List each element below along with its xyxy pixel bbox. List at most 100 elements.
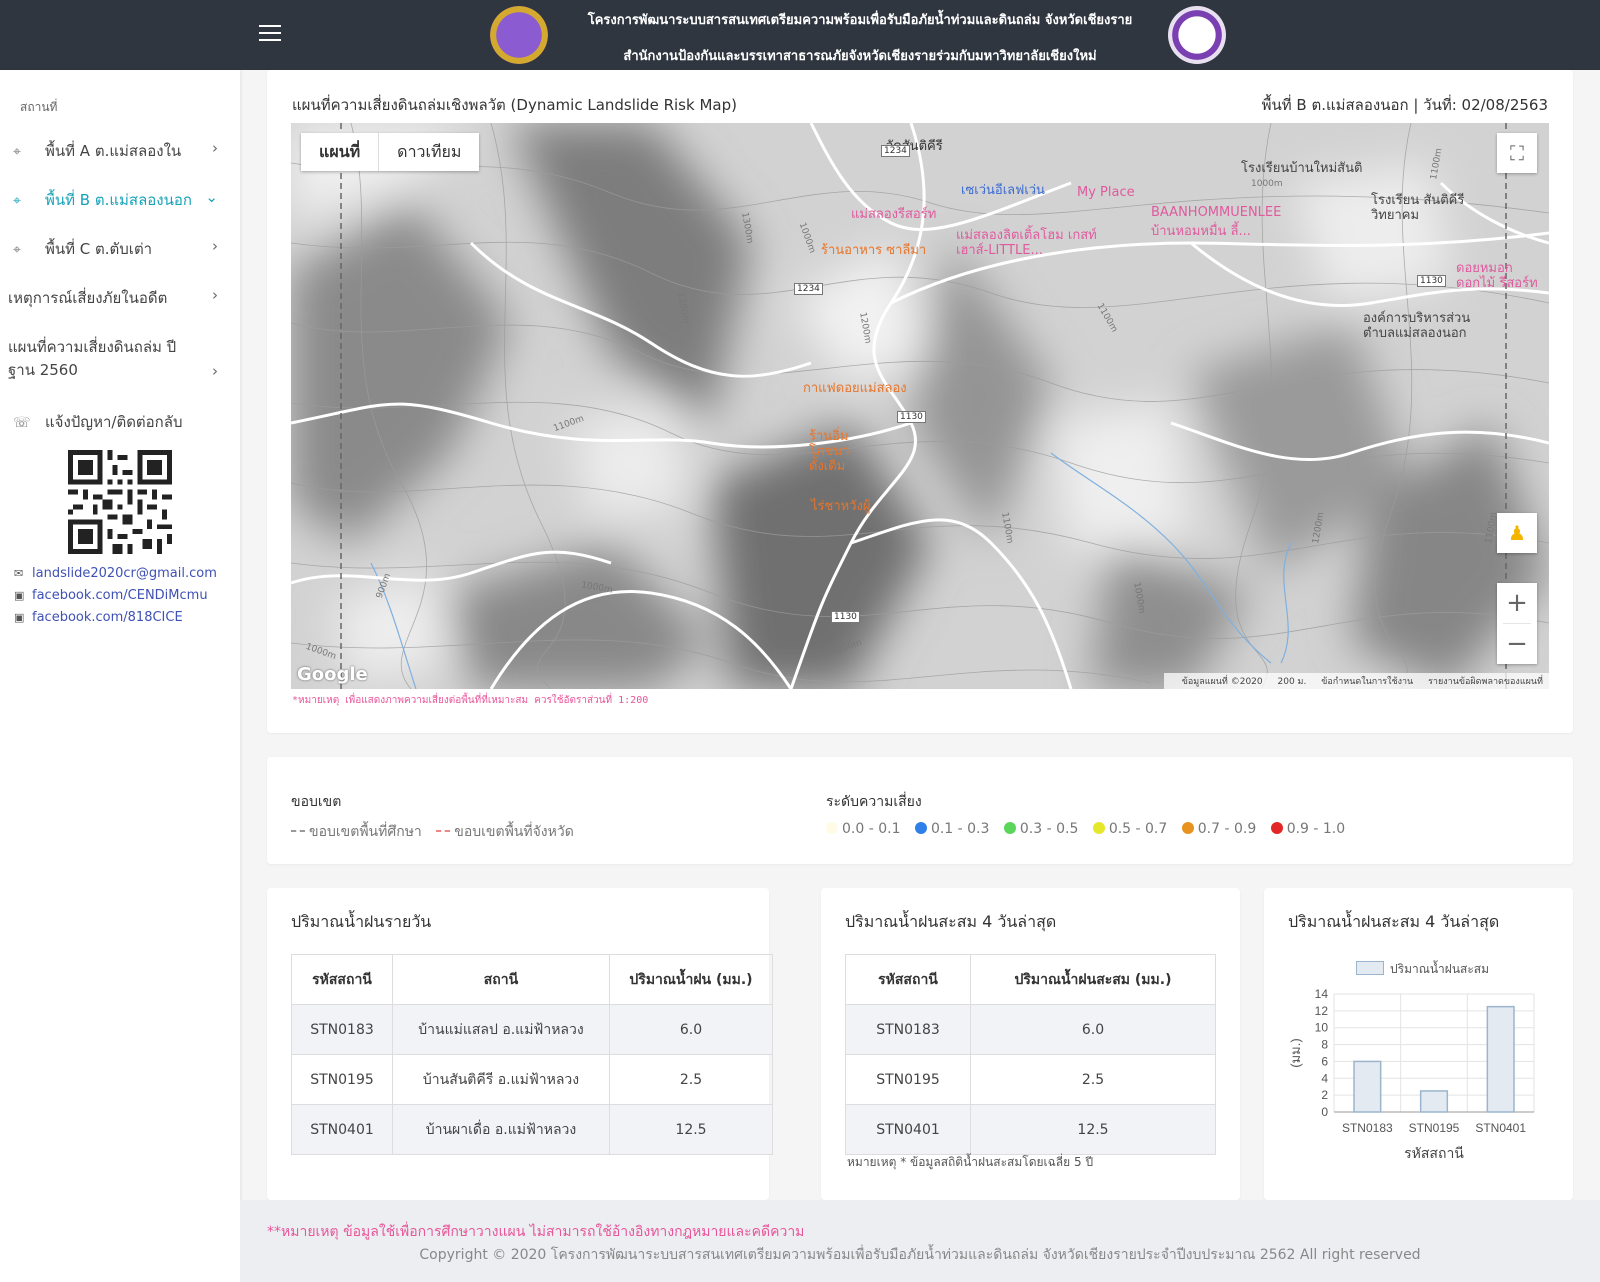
table-cell: บ้านแม่แสลป อ.แม่ฟ้าหลวง [392, 1004, 610, 1055]
y-tick-label: 14 [1315, 987, 1329, 1001]
place-label[interactable]: ร้านอิ่ม โภชนา ดั้งเดิม [809, 429, 879, 474]
cumulative-rain-note: หมายเหตุ * ข้อมูลสถิติน้ำฝนสะสมโดยเฉลี่ย… [847, 1155, 1094, 1169]
cumulative-rain-title: ปริมาณน้ำฝนสะสม 4 วันล่าสุด [845, 912, 1057, 931]
risk-legend: 0.0 - 0.1 0.1 - 0.3 0.3 - 0.5 0.5 - 0.7 … [826, 821, 1345, 837]
table-cell: 2.5 [970, 1054, 1216, 1105]
table-cell: STN0401 [845, 1104, 971, 1155]
sidebar-item-area-a[interactable]: ⌖ พื้นที่ A ต.แม่สลองใน › [8, 139, 228, 163]
chevron-right-icon: › [212, 237, 218, 255]
sidebar-item-label: พื้นที่ B ต.แม่สลองนอก [45, 191, 192, 209]
table-cell: 6.0 [609, 1004, 773, 1055]
header-title-line1: โครงการพัฒนาระบบสารสนเทศเตรียมความพร้อมเ… [587, 13, 1133, 28]
column-header: ปริมาณน้ำฝน (มม.) [609, 954, 773, 1005]
place-label[interactable]: โรงเรียนบ้านใหม่สันติ [1241, 157, 1362, 178]
sidebar-item-area-b[interactable]: ⌖ พื้นที่ B ต.แม่สลองนอก ⌄ [8, 188, 228, 212]
place-label[interactable]: เซเว่นอีเลฟเว่น [961, 179, 1045, 200]
sidebar-item-label: เหตุการณ์เสี่ยงภัยในอดีต [8, 289, 168, 307]
place-label[interactable]: โรงเรียน สันติคีรีวิทยาคม [1371, 193, 1481, 223]
facebook-icon: ▣ [14, 611, 25, 624]
sidebar-item-area-c[interactable]: ⌖ พื้นที่ C ต.ตับเต่า › [8, 237, 228, 261]
mail-icon: ✉ [14, 567, 24, 580]
place-label[interactable]: My Place [1077, 185, 1135, 200]
boundary-legend: ขอบเขตพื้นที่ศึกษา ขอบเขตพื้นที่จังหวัด [291, 821, 574, 843]
province-seal-logo [490, 6, 548, 64]
place-label[interactable]: กาแฟดอยแม่สลอง [803, 377, 907, 398]
cumulative-rain-table: รหัสสถานี ปริมาณน้ำฝนสะสม (มม.) STN0183 … [845, 954, 1216, 1155]
place-label[interactable]: องค์การบริหารส่วนตำบลแม่สลองนอก [1363, 311, 1483, 341]
place-label[interactable]: แม่สลองลิตเติ้ลโฮม เกสท์เฮาส์-LITTLE... [956, 228, 1116, 258]
bar [1419, 1090, 1449, 1113]
legend-label: ปริมาณน้ำฝนสะสม [1390, 962, 1490, 976]
table-row: STN0195 2.5 [845, 1054, 1216, 1105]
risk-map[interactable]: แผนที่ ดาวเทียม ⛶ ♟ + − วัดสันติคีรี เซเ… [291, 123, 1549, 689]
zoom-out-button[interactable]: − [1497, 624, 1537, 664]
y-tick-label: 12 [1315, 1004, 1329, 1018]
risk-dot [1003, 822, 1016, 834]
table-cell: 12.5 [609, 1104, 773, 1155]
y-axis-label: (มม.) [1288, 1038, 1303, 1067]
map-pin-icon: ⌖ [13, 193, 21, 209]
map-note: *หมายเหตุ เพื่อแสดงภาพความเสี่ยงต่อพื้นท… [292, 695, 649, 706]
report-error-link[interactable]: รายงานข้อผิดพลาดของแผนที่ [1428, 677, 1543, 687]
map-pin-icon: ⌖ [13, 144, 21, 160]
province-dash [436, 830, 451, 832]
map-type-toggle: แผนที่ ดาวเทียม [301, 133, 480, 171]
table-row: STN0183 บ้านแม่แสลป อ.แม่ฟ้าหลวง 6.0 [291, 1004, 773, 1055]
contact-email[interactable]: ✉ landslide2020cr@gmail.com [14, 566, 217, 581]
table-row: STN0183 6.0 [845, 1004, 1216, 1055]
table-cell: บ้านสันติคีรี อ.แม่ฟ้าหลวง [392, 1054, 610, 1105]
column-header: รหัสสถานี [845, 954, 971, 1005]
risk-dot [1181, 822, 1194, 834]
map-area-date: พื้นที่ B ต.แม่สลองนอก | วันที่: 02/08/2… [1261, 96, 1548, 114]
terms-link[interactable]: ข้อกำหนดในการใช้งาน [1321, 677, 1413, 687]
risk-label: 0.5 - 0.7 [1108, 821, 1168, 837]
place-label[interactable]: ร้านอาหาร ซาลีมา [821, 239, 926, 260]
zoom-in-button[interactable]: + [1497, 583, 1537, 623]
zoom-controls: + − [1497, 583, 1537, 664]
risk-label: 0.3 - 0.5 [1019, 821, 1079, 837]
map-attribution: ข้อมูลแผนที่ ©2020 200 ม. ข้อกำหนดในการใ… [1163, 673, 1549, 689]
qr-code [68, 450, 172, 554]
chart-card-title: ปริมาณน้ำฝนสะสม 4 วันล่าสุด [1288, 912, 1500, 931]
road-shield: 1234 [881, 145, 910, 157]
daily-rain-title: ปริมาณน้ำฝนรายวัน [291, 912, 432, 931]
street-view-pegman-icon[interactable]: ♟ [1497, 513, 1537, 553]
place-label[interactable]: แม่สลองรีสอร์ท [851, 203, 936, 224]
chevron-right-icon: › [212, 362, 218, 380]
y-tick-label: 10 [1315, 1021, 1329, 1035]
boundary-label: ขอบเขตพื้นที่ศึกษา [309, 824, 422, 840]
place-label[interactable]: ดอยหมอก ดอกไม้ รีสอร์ท [1456, 261, 1546, 291]
map-view-button[interactable]: แผนที่ [301, 133, 380, 171]
boundary-legend-title: ขอบเขต [291, 794, 342, 810]
sidebar-item-past-events[interactable]: เหตุการณ์เสี่ยงภัยในอดีต › [8, 286, 228, 310]
risk-label: 0.7 - 0.9 [1197, 821, 1257, 837]
risk-dot [1270, 822, 1283, 834]
map-scale: 200 ม. [1277, 677, 1307, 687]
place-label[interactable]: บ้านหอมหมื่น ลี้... [1151, 220, 1251, 241]
contact-facebook-1[interactable]: ▣ facebook.com/CENDiMcmu [14, 588, 208, 603]
sidebar-item-contact[interactable]: ☏ แจ้งปัญหา/ติดต่อกลับ [8, 410, 228, 434]
risk-label: 0.0 - 0.1 [842, 821, 901, 837]
daily-rain-table: รหัสสถานี สถานี ปริมาณน้ำฝน (มม.) STN018… [291, 954, 773, 1155]
facebook-icon: ▣ [14, 589, 25, 602]
satellite-view-button[interactable]: ดาวเทียม [379, 133, 479, 171]
table-cell: 6.0 [970, 1004, 1216, 1055]
risk-dot [1092, 822, 1105, 834]
place-label[interactable]: BAANHOMMUENLEE [1151, 205, 1281, 220]
contact-facebook-2[interactable]: ▣ facebook.com/818CICE [14, 610, 183, 625]
y-tick-label: 0 [1321, 1105, 1328, 1119]
chevron-down-icon: ⌄ [205, 188, 218, 206]
place-label[interactable]: ไร่ชาหวังผู้ [811, 495, 870, 516]
risk-dot [826, 822, 838, 834]
y-tick-label: 2 [1321, 1088, 1328, 1102]
road-shield: 1130 [1417, 275, 1446, 287]
fullscreen-icon[interactable]: ⛶ [1497, 133, 1537, 173]
copyright: Copyright © 2020 โครงการพัฒนาระบบสารสนเท… [419, 1247, 1421, 1263]
table-header-row: รหัสสถานี สถานี ปริมาณน้ำฝน (มม.) [291, 954, 773, 1005]
sidebar-item-label: แจ้งปัญหา/ติดต่อกลับ [45, 413, 183, 431]
table-cell: บ้านผาเดื่อ อ.แม่ฟ้าหลวง [392, 1104, 610, 1155]
google-logo: Google [297, 664, 368, 685]
sidebar-item-base-risk-map[interactable]: แผนที่ความเสี่ยงดินถล่ม ปีฐาน 2560 › [8, 336, 218, 382]
table-row: STN0195 บ้านสันติคีรี อ.แม่ฟ้าหลวง 2.5 [291, 1054, 773, 1105]
menu-toggle-icon[interactable] [259, 25, 281, 43]
